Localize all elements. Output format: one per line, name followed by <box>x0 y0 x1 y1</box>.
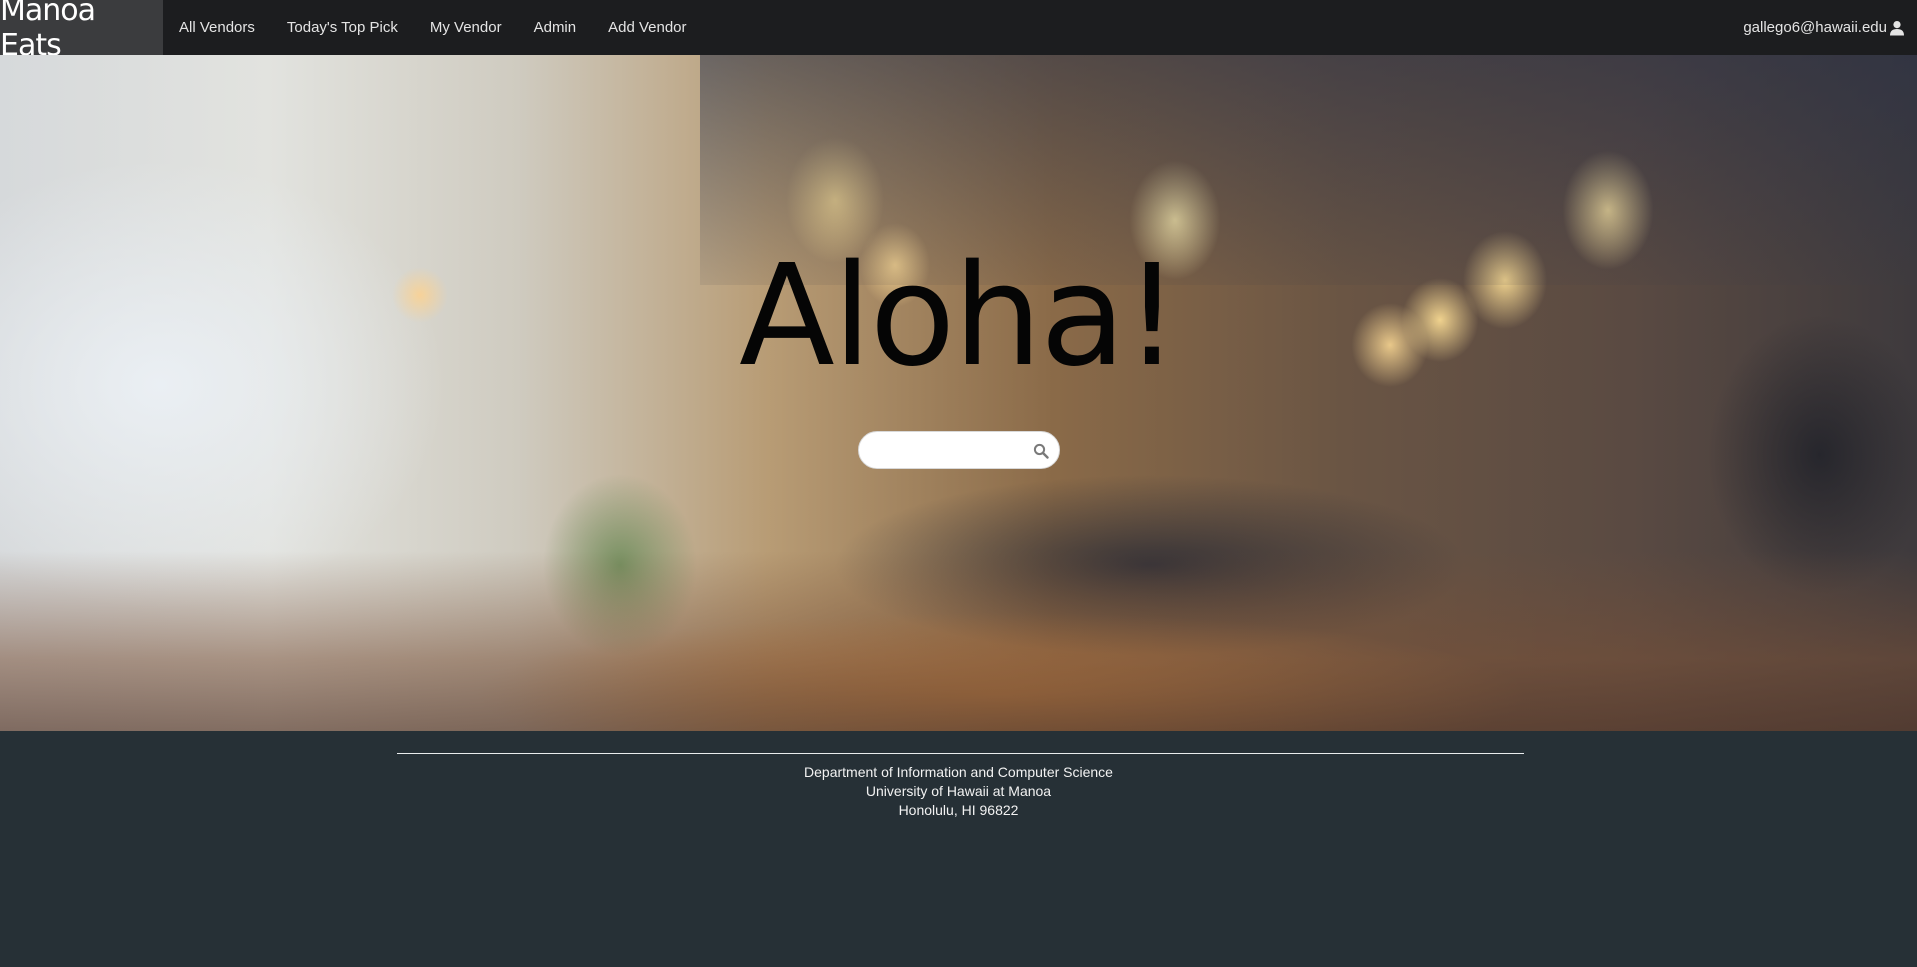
hero-banner: Aloha! <box>0 55 1917 731</box>
hero-title: Aloha! <box>739 235 1180 398</box>
footer-university: University of Hawaii at Manoa <box>865 783 1052 799</box>
search-input[interactable] <box>873 435 1033 465</box>
search-icon[interactable] <box>1033 443 1049 459</box>
top-navbar: Manoa Eats All Vendors Today's Top Pick … <box>0 0 1917 63</box>
nav-item-all-vendors[interactable]: All Vendors <box>179 19 255 36</box>
page-footer: Department of Information and Computer S… <box>0 731 1917 967</box>
nav-item-add-vendor[interactable]: Add Vendor <box>608 19 686 36</box>
nav-item-my-vendor[interactable]: My Vendor <box>430 19 502 36</box>
footer-city: Honolulu, HI 96822 <box>898 802 1019 818</box>
user-menu[interactable]: gallego6@hawaii.edu <box>1743 0 1905 55</box>
brand-logo-link[interactable]: Manoa Eats <box>0 0 163 63</box>
user-icon <box>1889 20 1905 36</box>
footer-department: Department of Information and Computer S… <box>804 764 1113 780</box>
user-email: gallego6@hawaii.edu <box>1743 19 1887 36</box>
nav-menu: All Vendors Today's Top Pick My Vendor A… <box>179 0 719 55</box>
nav-item-admin[interactable]: Admin <box>534 19 577 36</box>
hero-background-floor <box>0 551 1917 731</box>
footer-address: Department of Information and Computer S… <box>0 763 1917 820</box>
nav-item-todays-top-pick[interactable]: Today's Top Pick <box>287 19 398 36</box>
search-bar <box>858 431 1060 469</box>
footer-divider <box>397 753 1524 754</box>
